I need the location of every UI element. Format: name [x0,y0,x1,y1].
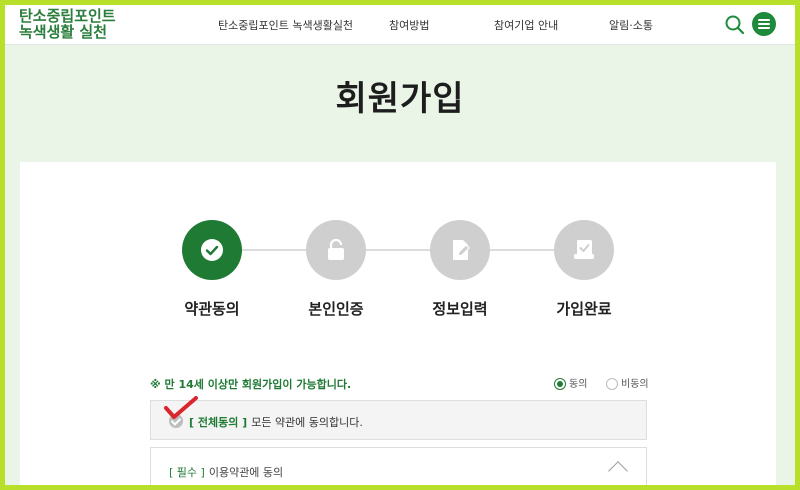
step-enter-info [430,220,490,280]
terms-of-use-text: 이용약관에 동의 [208,466,284,479]
age-requirement-notice: ※ 만 14세 이상만 회원가입이 가능합니다. [150,378,352,391]
check-icon [201,239,223,261]
step-connector [490,249,562,251]
age-disagree-radio[interactable]: 비동의 [606,375,649,390]
lock-icon [328,238,344,260]
logo-line-2: 녹색생활 실천 [19,23,108,41]
nav-item-green-life[interactable]: 탄소중립포인트 녹색생활실천 [218,17,353,33]
step-label: 정보입력 [432,300,488,318]
agree-all-label: [ 전체동의 ] 모든 약관에 동의합니다. [189,414,363,430]
step-label: 본인인증 [308,300,364,318]
signup-card: 약관동의 본인인증 정보입력 가입완료 ※ 만 14세 이상만 회원가입이 가능… [20,162,776,485]
menu-icon[interactable] [752,12,776,36]
step-connector [240,249,312,251]
radio-label: 비동의 [621,379,649,390]
chevron-up-icon[interactable] [608,461,628,481]
step-label: 약관동의 [184,300,240,318]
radio-selected-indicator[interactable] [554,378,566,390]
nav-item-notices[interactable]: 알림·소통 [609,17,653,33]
radio-label: 동의 [569,379,588,390]
step-label: 가입완료 [556,300,612,318]
search-icon[interactable] [723,13,747,37]
nav-item-how-to-join[interactable]: 참여방법 [389,17,429,33]
agree-all-row[interactable]: [ 전체동의 ] 모든 약관에 동의합니다. [150,400,647,440]
completed-icon [574,240,594,259]
page-title: 회원가입 [335,79,465,119]
step-connector [366,249,438,251]
agree-all-text: 모든 약관에 동의합니다. [251,416,363,429]
site-logo[interactable]: 탄소중립포인트 녹색생활 실천 [19,8,116,40]
nav-item-partner-companies[interactable]: 참여기업 안내 [494,17,558,33]
logo-line-1: 탄소중립포인트 [19,7,116,25]
step-identity-verification [306,220,366,280]
red-checkmark-annotation [164,396,198,419]
age-agree-radio[interactable]: 동의 [554,375,587,390]
site-header: 탄소중립포인트 녹색생활 실천 탄소중립포인트 녹색생활실천 참여방법 참여기업… [5,5,795,45]
step-complete [554,220,614,280]
page-frame: 탄소중립포인트 녹색생활 실천 탄소중립포인트 녹색생활실천 참여방법 참여기업… [5,5,795,485]
radio-indicator[interactable] [606,378,618,390]
terms-of-use-row[interactable]: [ 필수 ] 이용약관에 동의 [150,447,647,485]
edit-icon [453,240,470,260]
required-tag: [ 필수 ] [169,466,205,479]
step-agree-terms [182,220,242,280]
terms-of-use-label: [ 필수 ] 이용약관에 동의 [169,464,283,480]
